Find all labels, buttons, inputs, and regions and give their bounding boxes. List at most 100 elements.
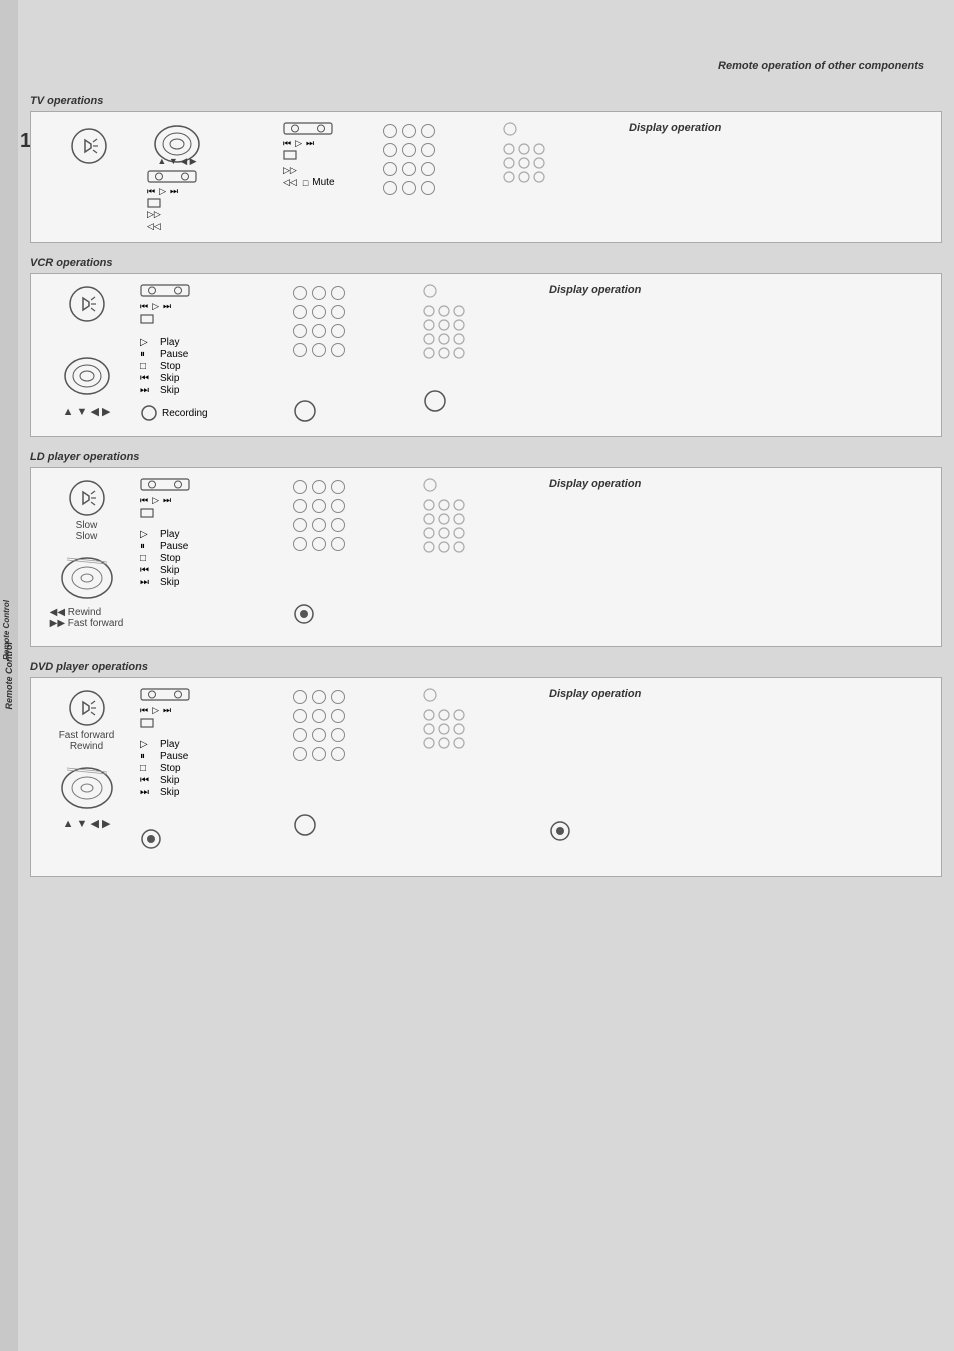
- dvd-col4: [419, 688, 539, 751]
- vcr-skip-fwd-row: ⏭ Skip: [140, 385, 289, 396]
- page-container: Remote Control 12 Remote operation of ot…: [0, 0, 954, 1351]
- vcr-numpad-grid: [293, 286, 419, 359]
- vcr-speaker-icon: [57, 354, 117, 398]
- tv-col2: ▲ ▼ ◀ ▶ ⏮: [139, 122, 279, 232]
- tv-stop-icon: [147, 198, 161, 208]
- dvd-disc-icon: [57, 760, 117, 813]
- tv-volume-icon: [69, 126, 109, 166]
- ld-numpad-grid: [293, 480, 419, 553]
- vcr-skip-back-row: ⏮ Skip: [140, 373, 289, 384]
- vcr-pause-row: ⏸ Pause: [140, 349, 289, 360]
- ld-col3: [289, 478, 419, 628]
- tv-col2b: ⏮ ▷ ⏭ ▷▷ ◁◁ □ Mute: [279, 122, 379, 188]
- vcr-volume-icon: [67, 284, 107, 324]
- dvd-target-col5: [549, 820, 571, 845]
- vcr-op-row: ▲ ▼ ◀ ▶ ⏮ ▷: [39, 284, 933, 426]
- tv-col1: [39, 122, 139, 166]
- dvd-volume-icon: [67, 688, 107, 728]
- ld-target-sym: [293, 603, 419, 628]
- vcr-operation-box: ▲ ▼ ◀ ▶ ⏮ ▷: [30, 273, 942, 437]
- tv-cassette2-icon: [283, 122, 333, 136]
- ld-play-row: ▷ Play: [140, 529, 289, 540]
- dvd-ff-label: Fast forwardRewind: [59, 730, 115, 752]
- tv-stop2-icon: [283, 150, 297, 160]
- dvd-numpad-grid: [293, 690, 419, 763]
- dvd-op-row: Fast forwardRewind ▲ ▼ ◀ ▶: [39, 688, 933, 853]
- dvd-arrows: ▲ ▼ ◀ ▶: [63, 817, 111, 830]
- dvd-circle-col3: [293, 813, 419, 840]
- tv-skip-fwd-sym: ⏭: [170, 186, 178, 197]
- ld-section-title: LD player operations: [30, 451, 942, 463]
- main-content: TV operations: [30, 95, 942, 1336]
- ld-pause-row: ⏸ Pause: [140, 541, 289, 552]
- tv-operations-section: TV operations: [30, 95, 942, 243]
- ld-col2: ⏮ ▷ ⏭ ▷ Play: [134, 478, 289, 588]
- tv-operation-box: ▲ ▼ ◀ ▶ ⏮: [30, 111, 942, 243]
- tv-op-row: ▲ ▼ ◀ ▶ ⏮: [39, 122, 933, 232]
- tv-skip-back-sym: ⏮: [147, 186, 155, 197]
- dvd-operations-section: DVD player operations Fast forwardRewind: [30, 661, 942, 877]
- vcr-circle2: [423, 389, 539, 416]
- dvd-col2: ⏮ ▷ ⏭ ▷ Play: [134, 688, 289, 853]
- tv-display-nums: [499, 122, 619, 183]
- ld-display-op: Display operation: [539, 478, 933, 490]
- tv-rew-sym: ◁◁: [147, 221, 161, 232]
- dvd-col1: Fast forwardRewind ▲ ▼ ◀ ▶: [39, 688, 134, 830]
- dvd-stop-row: □ Stop: [140, 763, 289, 774]
- ld-skip-back-row: ⏮ Skip: [140, 565, 289, 576]
- vcr-display-op-label: Display operation: [549, 284, 641, 296]
- dvd-display-op-label: Display operation: [549, 688, 641, 700]
- vcr-operations-section: VCR operations: [30, 257, 942, 437]
- tv-numpad: [379, 122, 499, 197]
- tv-cassette-icon: [147, 170, 197, 184]
- ld-col4: [419, 478, 539, 553]
- vcr-col4: [419, 284, 539, 416]
- dvd-section-title: DVD player operations: [30, 661, 942, 673]
- vcr-section-title: VCR operations: [30, 257, 942, 269]
- dvd-skip-back-row: ⏮ Skip: [140, 775, 289, 786]
- svg-text:▲ ▼ ◀ ▶: ▲ ▼ ◀ ▶: [157, 156, 196, 166]
- dvd-operation-box: Fast forwardRewind ▲ ▼ ◀ ▶: [30, 677, 942, 877]
- side-label-text: Remote Control: [2, 600, 20, 660]
- tv-mute-label: Mute: [312, 177, 334, 188]
- ld-operation-box: Slow Slow ◀◀ Rewind: [30, 467, 942, 647]
- vcr-circle-large: [293, 399, 419, 426]
- tv-ff-sym: ▷▷: [147, 209, 161, 220]
- vcr-play-row: ▷ Play: [140, 337, 289, 348]
- tv-display-op: Display operation: [619, 122, 933, 134]
- vcr-col1: ▲ ▼ ◀ ▶: [39, 284, 134, 418]
- ld-slow1-label: Slow: [76, 520, 98, 531]
- tv-numpad-grid: [383, 124, 437, 197]
- vcr-col3: [289, 284, 419, 426]
- dvd-skip-fwd-row: ⏭ Skip: [140, 787, 289, 798]
- tv-section-title: TV operations: [30, 95, 942, 107]
- vcr-recording-row: Recording: [140, 404, 289, 422]
- tv-speaker-icon: ▲ ▼ ◀ ▶: [147, 122, 207, 166]
- ld-slow2-label: Slow: [76, 531, 98, 542]
- ld-volume-icon: [67, 478, 107, 518]
- header-right: Remote operation of other components: [718, 60, 924, 72]
- ld-col1: Slow Slow ◀◀ Rewind: [39, 478, 134, 629]
- dvd-display-op: Display operation: [539, 688, 933, 845]
- vcr-col2: ⏮ ▷ ⏭ ▷ Play: [134, 284, 289, 422]
- dvd-pause-row: ⏸ Pause: [140, 751, 289, 762]
- tv-play-sym: ▷: [159, 186, 166, 197]
- dvd-play-row: ▷ Play: [140, 739, 289, 750]
- vcr-stop-row: □ Stop: [140, 361, 289, 372]
- ld-operations-section: LD player operations Slow Slow: [30, 451, 942, 647]
- vcr-cassette-icon: [140, 284, 190, 298]
- vcr-arrows: ▲ ▼ ◀ ▶: [63, 405, 111, 418]
- ld-disc-icon: [57, 550, 117, 603]
- dvd-target-col2: [140, 828, 289, 853]
- side-label: Remote Control: [0, 0, 18, 1351]
- dvd-col3: [289, 688, 419, 840]
- ld-op-row: Slow Slow ◀◀ Rewind: [39, 478, 933, 629]
- tv-transport-row: ⏮ ▷ ⏭ ▷▷: [147, 170, 197, 232]
- ld-arrows: ◀◀ Rewind ▶▶ Fast forward: [50, 607, 124, 629]
- vcr-display-op: Display operation: [539, 284, 933, 296]
- vcr-speaker-area: [57, 354, 117, 401]
- tv-display-op-label: Display operation: [629, 122, 721, 134]
- ld-skip-fwd-row: ⏭ Skip: [140, 577, 289, 588]
- ld-stop-row: □ Stop: [140, 553, 289, 564]
- remote-control-label: Remote Control: [2, 600, 11, 660]
